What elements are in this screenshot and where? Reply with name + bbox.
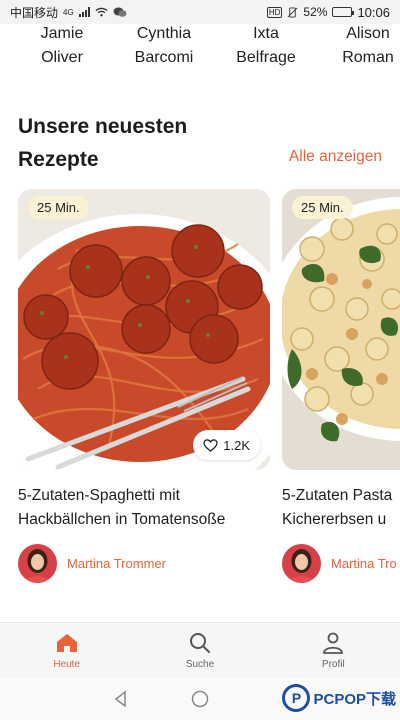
recipe-card[interactable]: 25 Min. 5-Zutaten Pasta Kichererbsen u M…	[282, 189, 400, 583]
vibrate-icon	[288, 6, 298, 18]
home-circle-icon[interactable]	[191, 690, 209, 708]
like-count: 1.2K	[223, 437, 250, 453]
like-button[interactable]: 1.2K	[193, 430, 260, 460]
pasta-chickpea-illustration	[282, 189, 400, 470]
heart-icon	[203, 438, 218, 452]
recipe-image[interactable]: 25 Min.	[282, 189, 400, 470]
nav-item-heute[interactable]: Heute	[0, 623, 133, 678]
recipe-title[interactable]: 5-Zutaten Pasta Kichererbsen u	[282, 484, 400, 532]
section-title: Unsere neuesten Rezepte	[18, 115, 188, 171]
author-item[interactable]: Alison Roman	[318, 22, 400, 70]
battery-percent: 52%	[303, 5, 328, 19]
cook-time-badge: 25 Min.	[292, 196, 353, 219]
recipe-card[interactable]: 25 Min. 1.2K 5-Zutaten-Spaghetti mit Hac…	[18, 189, 270, 583]
nav-label: Profil	[321, 658, 345, 670]
back-icon[interactable]	[113, 691, 129, 707]
recipe-author[interactable]: Martina Trommer	[18, 544, 270, 583]
chat-icon	[113, 7, 127, 17]
avatar	[18, 544, 57, 583]
author-name: Martina Tro	[331, 556, 397, 571]
recipe-author[interactable]: Martina Tro	[282, 544, 400, 583]
carrier-label: 中国移动	[10, 5, 59, 20]
clock: 10:06	[357, 4, 390, 20]
hd-icon: HD	[266, 6, 283, 18]
status-bar: 中国移动 4G HD 52% 10:06	[0, 0, 400, 24]
search-icon	[189, 632, 210, 653]
author-name: Martina Trommer	[67, 556, 166, 571]
watermark-text: PCPOP下载	[313, 690, 396, 708]
wifi-icon	[95, 7, 108, 17]
nav-label: Suche	[185, 658, 215, 670]
nav-item-suche[interactable]: Suche	[133, 623, 266, 678]
watermark-mark: P	[282, 684, 311, 712]
nav-item-profil[interactable]: Profil	[267, 623, 400, 678]
cook-time-badge: 25 Min.	[28, 196, 89, 219]
nav-label: Heute	[53, 658, 80, 670]
home-icon	[56, 633, 77, 652]
author-item[interactable]: Cynthia Barcomi	[114, 22, 214, 70]
battery-icon	[332, 7, 355, 17]
watermark-logo: P PCPOP下载	[282, 684, 396, 712]
signal-icon	[78, 7, 90, 17]
avatar	[282, 544, 321, 583]
bottom-navigation: Heute Suche Profil	[0, 622, 400, 678]
author-item[interactable]: Ixta Belfrage	[216, 22, 316, 70]
featured-authors-row: Jamie Oliver Cynthia Barcomi Ixta Belfrage …	[0, 22, 400, 72]
network-type: 4G	[63, 7, 74, 17]
recipe-title[interactable]: 5-Zutaten-Spaghetti mit Hackbällchen in …	[18, 484, 270, 532]
author-item[interactable]: Jamie Oliver	[12, 22, 112, 70]
recipe-image[interactable]: 25 Min. 1.2K	[18, 189, 270, 470]
see-all-link[interactable]: Alle anzeigen	[289, 148, 382, 166]
spaghetti-meatballs-illustration	[18, 189, 270, 470]
recipe-carousel[interactable]: 25 Min. 1.2K 5-Zutaten-Spaghetti mit Hac…	[18, 189, 400, 589]
profile-icon	[323, 632, 344, 654]
